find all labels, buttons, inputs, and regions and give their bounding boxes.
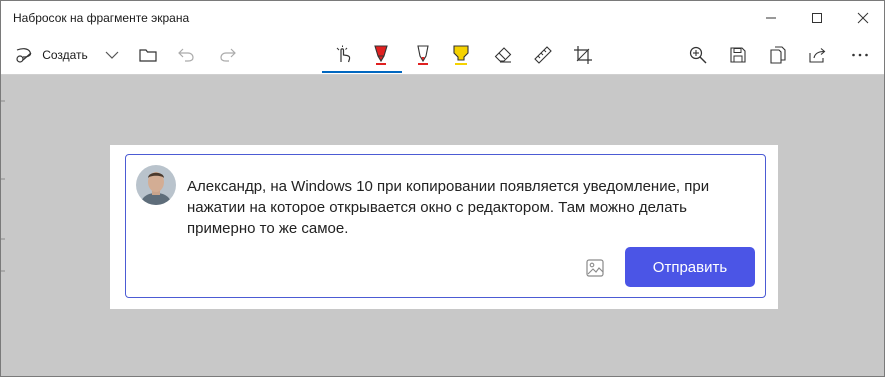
more-options-button[interactable] bbox=[847, 39, 873, 71]
more-icon bbox=[852, 53, 868, 57]
highlighter-icon bbox=[453, 45, 469, 65]
close-button[interactable] bbox=[840, 1, 884, 35]
ruler-button[interactable] bbox=[530, 39, 556, 71]
maximize-button[interactable] bbox=[794, 1, 840, 35]
captured-snippet[interactable]: Александр, на Windows 10 при копировании… bbox=[110, 145, 778, 309]
minimize-button[interactable] bbox=[748, 1, 794, 35]
snip-icon bbox=[16, 48, 32, 63]
create-button[interactable]: Создать bbox=[11, 39, 91, 71]
open-file-button[interactable] bbox=[135, 39, 161, 71]
minimize-icon bbox=[766, 17, 776, 19]
save-button[interactable] bbox=[725, 39, 751, 71]
undo-icon bbox=[178, 48, 194, 62]
eraser-icon bbox=[494, 47, 512, 63]
image-icon bbox=[586, 259, 604, 277]
touch-writing-button[interactable] bbox=[330, 39, 356, 71]
redo-icon bbox=[220, 48, 236, 62]
toolbar: Создать bbox=[1, 35, 884, 75]
pencil-icon bbox=[417, 45, 429, 65]
folder-icon bbox=[139, 49, 157, 62]
send-button[interactable]: Отправить bbox=[625, 247, 755, 287]
snip-sketch-window: Набросок на фрагменте экрана Создать Але… bbox=[0, 0, 885, 377]
create-label: Создать bbox=[42, 48, 88, 62]
share-button[interactable] bbox=[805, 39, 831, 71]
chevron-down-icon bbox=[105, 51, 119, 59]
save-icon bbox=[730, 47, 746, 63]
share-icon bbox=[809, 48, 826, 63]
highlighter-button[interactable] bbox=[448, 39, 474, 71]
redo-button[interactable] bbox=[215, 39, 241, 71]
title-bar: Набросок на фрагменте экрана bbox=[1, 1, 884, 35]
window-title: Набросок на фрагменте экрана bbox=[13, 11, 190, 25]
attach-image-button[interactable] bbox=[586, 259, 604, 277]
avatar bbox=[136, 165, 176, 205]
zoom-button[interactable] bbox=[685, 39, 711, 71]
close-icon bbox=[857, 12, 869, 24]
active-tool-indicator bbox=[322, 71, 402, 73]
create-dropdown-button[interactable] bbox=[101, 39, 123, 71]
copy-icon bbox=[770, 46, 786, 64]
ballpoint-pen-icon bbox=[374, 45, 388, 65]
ballpoint-pen-button[interactable] bbox=[368, 39, 394, 71]
edge-tick-marks bbox=[1, 100, 5, 272]
pencil-button[interactable] bbox=[410, 39, 436, 71]
zoom-in-icon bbox=[689, 46, 707, 64]
undo-button[interactable] bbox=[173, 39, 199, 71]
comment-box: Александр, на Windows 10 при копировании… bbox=[125, 154, 766, 298]
eraser-button[interactable] bbox=[490, 39, 516, 71]
avatar-photo bbox=[136, 165, 176, 205]
crop-icon bbox=[574, 46, 592, 64]
touch-writing-icon bbox=[336, 45, 351, 63]
crop-button[interactable] bbox=[570, 39, 596, 71]
comment-text: Александр, на Windows 10 при копировании… bbox=[187, 178, 710, 237]
ruler-icon bbox=[534, 46, 552, 64]
maximize-icon bbox=[812, 13, 822, 23]
copy-button[interactable] bbox=[765, 39, 791, 71]
